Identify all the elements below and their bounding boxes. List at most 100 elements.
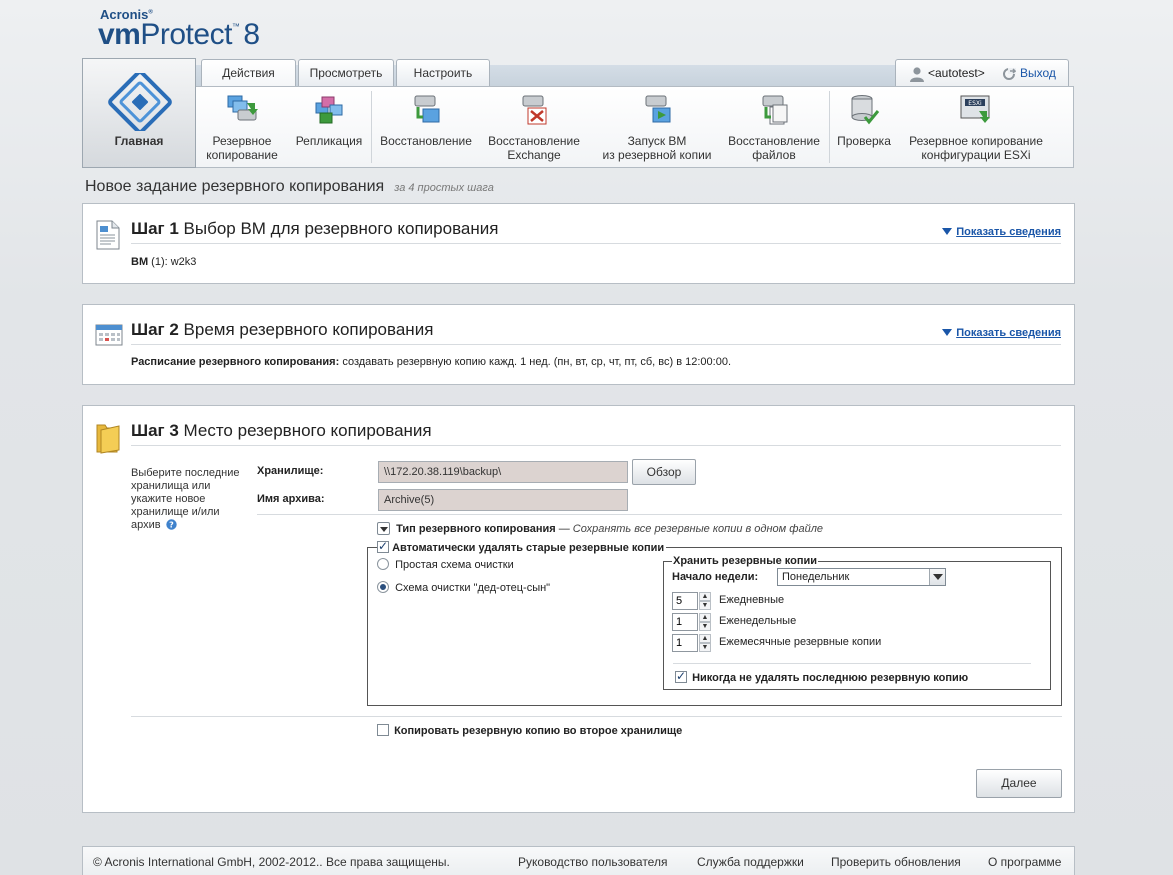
auto-delete-checkbox[interactable] [377, 539, 389, 553]
check-button[interactable]: Проверка [832, 87, 896, 167]
help-icon[interactable]: ? [165, 519, 177, 530]
next-button[interactable]: Далее [976, 769, 1062, 798]
svg-text:ESXi: ESXi [968, 100, 982, 107]
daily-label: Ежедневные [719, 594, 785, 606]
logo-product: vmProtect™ 8 [98, 18, 260, 51]
daily-input[interactable] [672, 592, 698, 610]
step1-show-details-link[interactable]: Показать сведения [942, 226, 1061, 238]
step3-title: Шаг 3 Место резервного копирования [131, 421, 1061, 446]
simple-scheme-row: Простая схема очистки [377, 558, 514, 571]
toolbar-separator [371, 91, 372, 163]
recovery-button[interactable]: Восстановление [376, 87, 476, 167]
step2-panel: Шаг 2 Время резервного копирования Показ… [82, 304, 1075, 385]
weekly-up-icon[interactable]: ▲ [699, 613, 711, 622]
run-vm-label: Запуск ВМ из резервной копии [602, 134, 712, 162]
run-vm-button[interactable]: Запуск ВМ из резервной копии [592, 87, 722, 167]
simple-scheme-radio[interactable] [377, 558, 389, 570]
weekly-stepper[interactable]: ▲ ▼ [672, 613, 712, 631]
backup-label: Резервное копирование [206, 134, 278, 162]
monthly-input[interactable] [672, 634, 698, 652]
archive-label: Имя архива: [257, 493, 325, 505]
footer: © Acronis International GmbH, 2002-2012.… [82, 846, 1075, 875]
recovery-files-button[interactable]: Восстановление файлов [722, 87, 826, 167]
step2-show-details-link[interactable]: Показать сведения [942, 327, 1061, 339]
never-delete-last-row: Никогда не удалять последнюю резервную к… [675, 669, 968, 684]
gfs-scheme-row: Схема очистки "дед-отец-сын" [377, 581, 550, 594]
check-label: Проверка [837, 134, 891, 148]
run-vm-icon [645, 95, 671, 123]
user-icon [910, 67, 924, 82]
folder-icon [96, 424, 120, 454]
files-icon [762, 95, 788, 125]
copy-second-row: Копировать резервную копию во второе хра… [377, 724, 682, 737]
browse-button[interactable]: Обзор [632, 459, 696, 485]
support-link[interactable]: Служба поддержки [697, 855, 804, 869]
step2-title: Шаг 2 Время резервного копирования [131, 320, 1061, 345]
storage-label: Хранилище: [257, 465, 324, 477]
step1-vm-info: ВМ (1): w2k3 [131, 256, 197, 268]
recovery-exchange-button[interactable]: Восстановление Exchange [484, 87, 584, 167]
step1-title: Шаг 1 Выбор ВМ для резервного копировани… [131, 219, 1061, 244]
chevron-down-icon [380, 527, 388, 532]
page-title: Новое задание резервного копирования за 4… [85, 178, 494, 195]
daily-up-icon[interactable]: ▲ [699, 592, 711, 601]
weekly-input[interactable] [672, 613, 698, 631]
step1-panel: Шаг 1 Выбор ВМ для резервного копировани… [82, 203, 1075, 284]
toolbar: Резервное копирование Репликация Восстан… [196, 86, 1074, 168]
week-start-label: Начало недели: [672, 571, 759, 583]
user-box: <autotest> Выход [895, 59, 1069, 86]
replication-button[interactable]: Репликация [290, 87, 368, 167]
document-icon [96, 220, 120, 250]
backup-esxi-label: Резервное копирование конфигурации ESXi [909, 134, 1043, 162]
expand-backup-type-toggle[interactable] [377, 522, 390, 535]
backup-type-row: Тип резервного копирования — Сохранять в… [377, 522, 823, 535]
backup-esxi-button[interactable]: ESXi Резервное копирование конфигурации … [902, 87, 1050, 167]
gfs-scheme-radio[interactable] [377, 581, 389, 593]
never-delete-last-checkbox[interactable] [675, 669, 687, 683]
step3-panel: Шаг 3 Место резервного копирования Выбер… [82, 405, 1075, 813]
check-updates-link[interactable]: Проверить обновления [831, 855, 961, 869]
daily-stepper[interactable]: ▲ ▼ [672, 592, 712, 610]
week-start-select[interactable]: Понедельник [777, 568, 946, 586]
monthly-label: Ежемесячные резервные копии [719, 636, 882, 648]
divider [673, 663, 1031, 664]
about-link[interactable]: О программе [988, 855, 1061, 869]
user-guide-link[interactable]: Руководство пользователя [518, 855, 667, 869]
user-name: <autotest> [928, 66, 985, 80]
logout-link[interactable]: Выход [1020, 60, 1056, 87]
step3-hint: Выберите последние хранилища или укажите… [131, 467, 240, 531]
monthly-down-icon[interactable]: ▼ [699, 643, 711, 652]
weekly-label: Еженедельные [719, 615, 797, 627]
esxi-icon: ESXi [960, 95, 990, 123]
storage-input[interactable] [378, 461, 628, 483]
backup-button[interactable]: Резервное копирование [202, 87, 282, 167]
replication-label: Репликация [295, 134, 363, 148]
home-button[interactable]: Главная [82, 58, 196, 168]
recovery-icon [414, 95, 440, 123]
page-subtitle: за 4 простых шага [394, 182, 494, 194]
check-icon [851, 95, 880, 125]
divider [257, 514, 1062, 515]
auto-delete-row: Автоматически удалять старые резервные к… [377, 539, 667, 554]
replication-icon [315, 96, 343, 124]
triangle-down-icon [942, 228, 953, 235]
weekly-down-icon[interactable]: ▼ [699, 622, 711, 631]
auto-delete-label: Автоматически удалять старые резервные к… [392, 542, 665, 554]
tab-configure[interactable]: Настроить [396, 59, 490, 86]
monthly-up-icon[interactable]: ▲ [699, 634, 711, 643]
home-label: Главная [114, 134, 164, 148]
divider [131, 716, 1062, 717]
step2-schedule-info: Расписание резервного копирования: созда… [131, 356, 731, 368]
copyright: © Acronis International GmbH, 2002-2012.… [93, 855, 450, 869]
monthly-stepper[interactable]: ▲ ▼ [672, 634, 712, 652]
logout-icon[interactable] [1002, 67, 1016, 81]
daily-down-icon[interactable]: ▼ [699, 601, 711, 610]
archive-input[interactable] [378, 489, 628, 511]
exchange-icon [522, 95, 547, 125]
tab-view[interactable]: Просмотреть [298, 59, 394, 86]
toolbar-separator [829, 91, 830, 163]
copy-second-checkbox[interactable] [377, 724, 389, 736]
recovery-exchange-label: Восстановление Exchange [488, 134, 580, 162]
backup-icon [227, 95, 258, 121]
tab-actions[interactable]: Действия [201, 59, 296, 87]
